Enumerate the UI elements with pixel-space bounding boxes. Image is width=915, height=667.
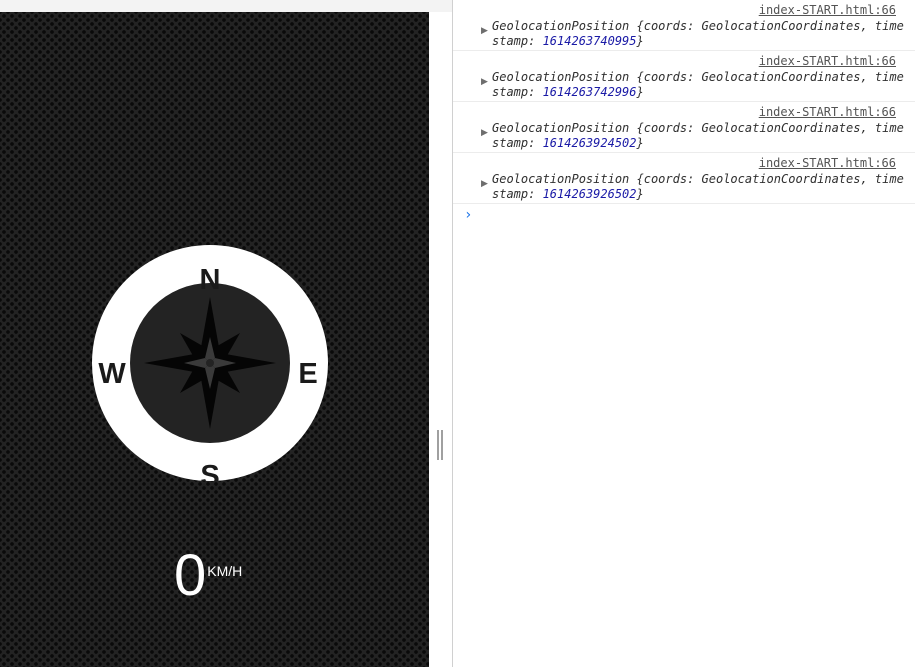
compass-label-north: N [200, 264, 221, 296]
console-message-text[interactable]: GeolocationPosition {coords: Geolocation… [492, 70, 904, 100]
console-message-source-link[interactable]: index-START.html:66 [759, 54, 896, 68]
devtools-console: index-START.html:66 ▶ GeolocationPositio… [452, 0, 915, 667]
console-message: index-START.html:66 ▶ GeolocationPositio… [453, 153, 915, 204]
compass: N S W E [92, 245, 328, 481]
console-message-text[interactable]: GeolocationPosition {coords: Geolocation… [492, 19, 904, 49]
devtools-splitter[interactable] [429, 12, 452, 667]
triangle-right-icon[interactable]: ▶ [481, 179, 488, 189]
console-message-text[interactable]: GeolocationPosition {coords: Geolocation… [492, 172, 904, 202]
speed-unit: KM/H [207, 563, 243, 579]
console-message-source-link[interactable]: index-START.html:66 [759, 156, 896, 170]
console-message: index-START.html:66 ▶ GeolocationPositio… [453, 51, 915, 102]
compass-label-west: W [98, 358, 126, 390]
console-message: index-START.html:66 ▶ GeolocationPositio… [453, 102, 915, 153]
speed-value: 0 [174, 543, 207, 608]
compass-label-south: S [200, 460, 219, 481]
console-message-text[interactable]: GeolocationPosition {coords: Geolocation… [492, 121, 904, 151]
triangle-right-icon[interactable]: ▶ [481, 128, 488, 138]
compass-label-east: E [298, 358, 317, 390]
console-message: index-START.html:66 ▶ GeolocationPositio… [453, 0, 915, 51]
triangle-right-icon[interactable]: ▶ [481, 26, 488, 36]
splitter-grip-handle[interactable] [437, 430, 443, 460]
speed-readout: 0KM/H [174, 547, 242, 605]
viewport-top-bar [0, 0, 452, 12]
console-message-source-link[interactable]: index-START.html:66 [759, 3, 896, 17]
app-viewport: N S W E 0KM/H [0, 12, 429, 667]
chevron-right-icon[interactable]: › [464, 207, 472, 223]
console-message-source-link[interactable]: index-START.html:66 [759, 105, 896, 119]
triangle-right-icon[interactable]: ▶ [481, 77, 488, 87]
